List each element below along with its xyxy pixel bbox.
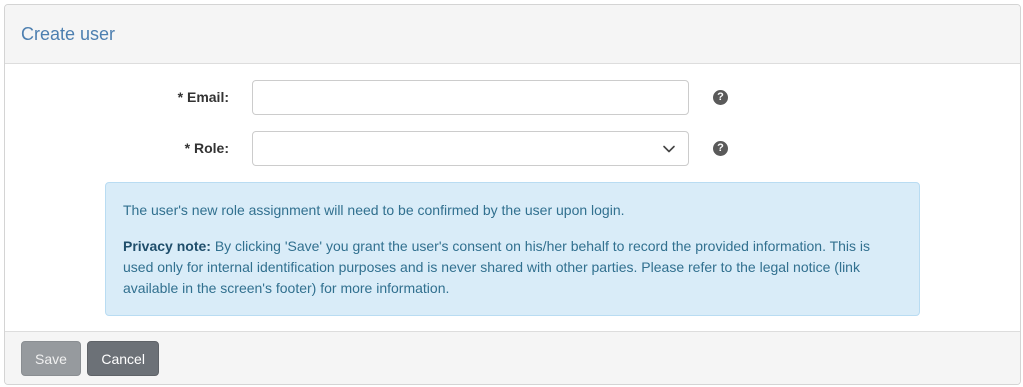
privacy-note-text: By clicking 'Save' you grant the user's … [123,238,871,296]
page-title: Create user [21,23,116,44]
create-user-panel: Create user * Email: ? * Role: ? The use… [4,4,1021,385]
role-help-icon[interactable]: ? [713,141,728,156]
email-help-icon[interactable]: ? [713,90,728,105]
role-select[interactable] [252,131,689,166]
privacy-note: Privacy note: By clicking 'Save' you gra… [123,236,902,299]
privacy-note-label: Privacy note: [123,238,211,254]
role-label: * Role: [184,140,229,156]
info-alert: The user's new role assignment will need… [105,182,920,316]
chevron-down-icon [663,145,675,153]
email-row: * Email: ? [5,80,1020,115]
cancel-button[interactable]: Cancel [87,341,159,376]
form-body: * Email: ? * Role: ? The user's new role… [5,64,1020,332]
email-field[interactable] [252,80,689,115]
role-row: * Role: ? [5,131,1020,166]
save-button[interactable]: Save [21,341,81,376]
role-confirmation-note: The user's new role assignment will need… [123,202,625,218]
panel-footer: Save Cancel [5,331,1020,384]
email-label: * Email: [177,89,229,105]
panel-header: Create user [5,5,1020,64]
